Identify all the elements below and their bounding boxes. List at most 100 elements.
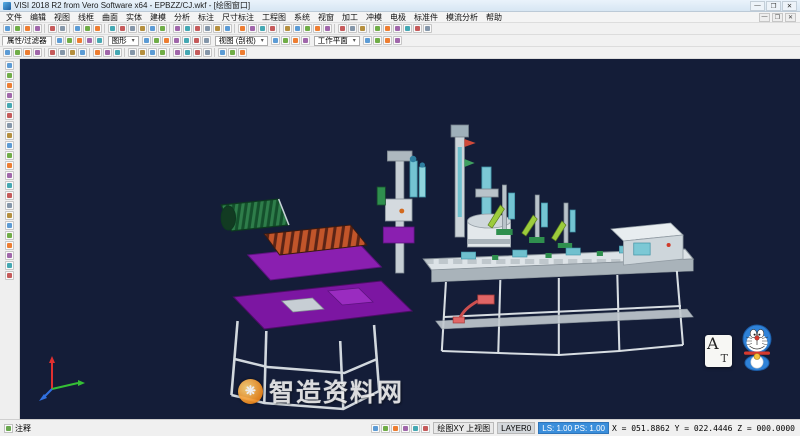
catalog-icon[interactable] [373,36,382,45]
trim-icon[interactable] [173,24,182,33]
snap-end-icon[interactable] [3,48,12,57]
menu-item[interactable]: 视窗 [314,12,338,23]
dynamic-input-icon[interactable] [421,424,430,433]
extrude-icon[interactable] [283,24,292,33]
ortho-mode-icon[interactable] [391,424,400,433]
iso-view-icon[interactable] [5,181,14,190]
view-cube-icon[interactable] [5,91,14,100]
cut-icon[interactable] [73,24,82,33]
shell-icon[interactable] [313,24,322,33]
feature-pocket-icon[interactable] [228,48,237,57]
save-icon[interactable] [23,24,32,33]
hide-entity-icon[interactable] [5,211,14,220]
child-minimize-button[interactable]: — [759,13,770,22]
fillet-icon[interactable] [193,24,202,33]
front-view-icon[interactable] [5,151,14,160]
options-gear-icon[interactable] [5,271,14,280]
dynamic-rotate-icon[interactable] [172,36,181,45]
menu-item[interactable]: 实体 [122,12,146,23]
light-icon[interactable] [158,48,167,57]
view-orientation-chip[interactable]: 绘图XY 上视图 [433,422,494,434]
polar-mode-icon[interactable] [401,424,410,433]
minimize-button[interactable]: — [750,1,765,11]
menu-item[interactable]: 线框 [74,12,98,23]
menu-item[interactable]: 视图 [50,12,74,23]
curve-icon[interactable] [48,48,57,57]
offset-icon[interactable] [213,24,222,33]
menu-item[interactable]: 工程图 [258,12,290,23]
menu-item[interactable]: 系统 [290,12,314,23]
new-file-icon[interactable] [3,24,12,33]
workplane-custom-icon[interactable] [301,36,310,45]
spline-icon[interactable] [158,24,167,33]
top-view-icon[interactable] [5,161,14,170]
menu-item[interactable]: 帮助 [482,12,506,23]
menu-item[interactable]: 编辑 [26,12,50,23]
rotate-icon[interactable] [248,24,257,33]
select-arrow-icon[interactable] [5,61,14,70]
filter-icon[interactable] [65,36,74,45]
origin-icon[interactable] [193,48,202,57]
zoom-out-icon[interactable] [5,111,14,120]
axis-icon[interactable] [183,48,192,57]
measure-icon[interactable] [338,24,347,33]
library-icon[interactable] [393,36,402,45]
feature-hole-icon[interactable] [218,48,227,57]
snap-settings-icon[interactable] [5,241,14,250]
csys-icon[interactable] [203,48,212,57]
tab-properties-filter[interactable]: 属性/过滤器 [2,36,52,46]
select-icon[interactable] [55,36,64,45]
pan-icon[interactable] [393,24,402,33]
menu-item[interactable]: 冲模 [362,12,386,23]
revolve-icon[interactable] [293,24,302,33]
selection-filter-icon[interactable] [5,71,14,80]
orbit-icon[interactable] [403,24,412,33]
wireframe-icon[interactable] [5,201,14,210]
view-front-icon[interactable] [182,36,191,45]
zoom-fit-icon[interactable] [373,24,382,33]
analyze-angle-icon[interactable] [103,48,112,57]
point-icon[interactable] [108,24,117,33]
child-restore-button[interactable]: ❐ [772,13,783,22]
extend-icon[interactable] [183,24,192,33]
paste-icon[interactable] [93,24,102,33]
workplane-icon[interactable] [5,231,14,240]
view-top-icon[interactable] [192,36,201,45]
view-section-dropdown[interactable]: 视图 (剖视) [215,36,268,46]
menu-item[interactable]: 标注 [194,12,218,23]
grid-icon[interactable] [5,251,14,260]
mesh-icon[interactable] [78,48,87,57]
snap-intersect-icon[interactable] [33,48,42,57]
menu-item[interactable]: 加工 [338,12,362,23]
array-icon[interactable] [268,24,277,33]
snap-point-icon[interactable] [381,424,390,433]
layer-manager-icon[interactable] [5,81,14,90]
maximize-button[interactable]: ❐ [766,1,781,11]
menu-item[interactable]: 电极 [386,12,410,23]
measure-tool-icon[interactable] [5,261,14,270]
snap-mid-icon[interactable] [13,48,22,57]
feature-boss-icon[interactable] [238,48,247,57]
workplane-xz-icon[interactable] [281,36,290,45]
close-button[interactable]: ✕ [782,1,797,11]
rotate-view-icon[interactable] [5,141,14,150]
move-icon[interactable] [238,24,247,33]
transparency-icon[interactable] [138,48,147,57]
child-close-button[interactable]: ✕ [785,13,796,22]
solid-icon[interactable] [68,48,77,57]
menu-item[interactable]: 尺寸标注 [218,12,258,23]
attribute-icon[interactable] [95,36,104,45]
snap-center-icon[interactable] [23,48,32,57]
standard-parts-icon[interactable] [363,36,372,45]
viewport-3d[interactable]: ❋ 智造资料网 A T [20,59,800,419]
group-icon[interactable] [85,36,94,45]
print-icon[interactable] [33,24,42,33]
menu-item[interactable]: 建模 [146,12,170,23]
menu-item[interactable]: 模流分析 [442,12,482,23]
scale-chip[interactable]: LS: 1.00 PS: 1.00 [538,422,609,434]
shaded-icon[interactable] [5,191,14,200]
text-icon[interactable] [358,24,367,33]
dimension-icon[interactable] [348,24,357,33]
analyze-curvature-icon[interactable] [113,48,122,57]
chamfer-icon[interactable] [203,24,212,33]
